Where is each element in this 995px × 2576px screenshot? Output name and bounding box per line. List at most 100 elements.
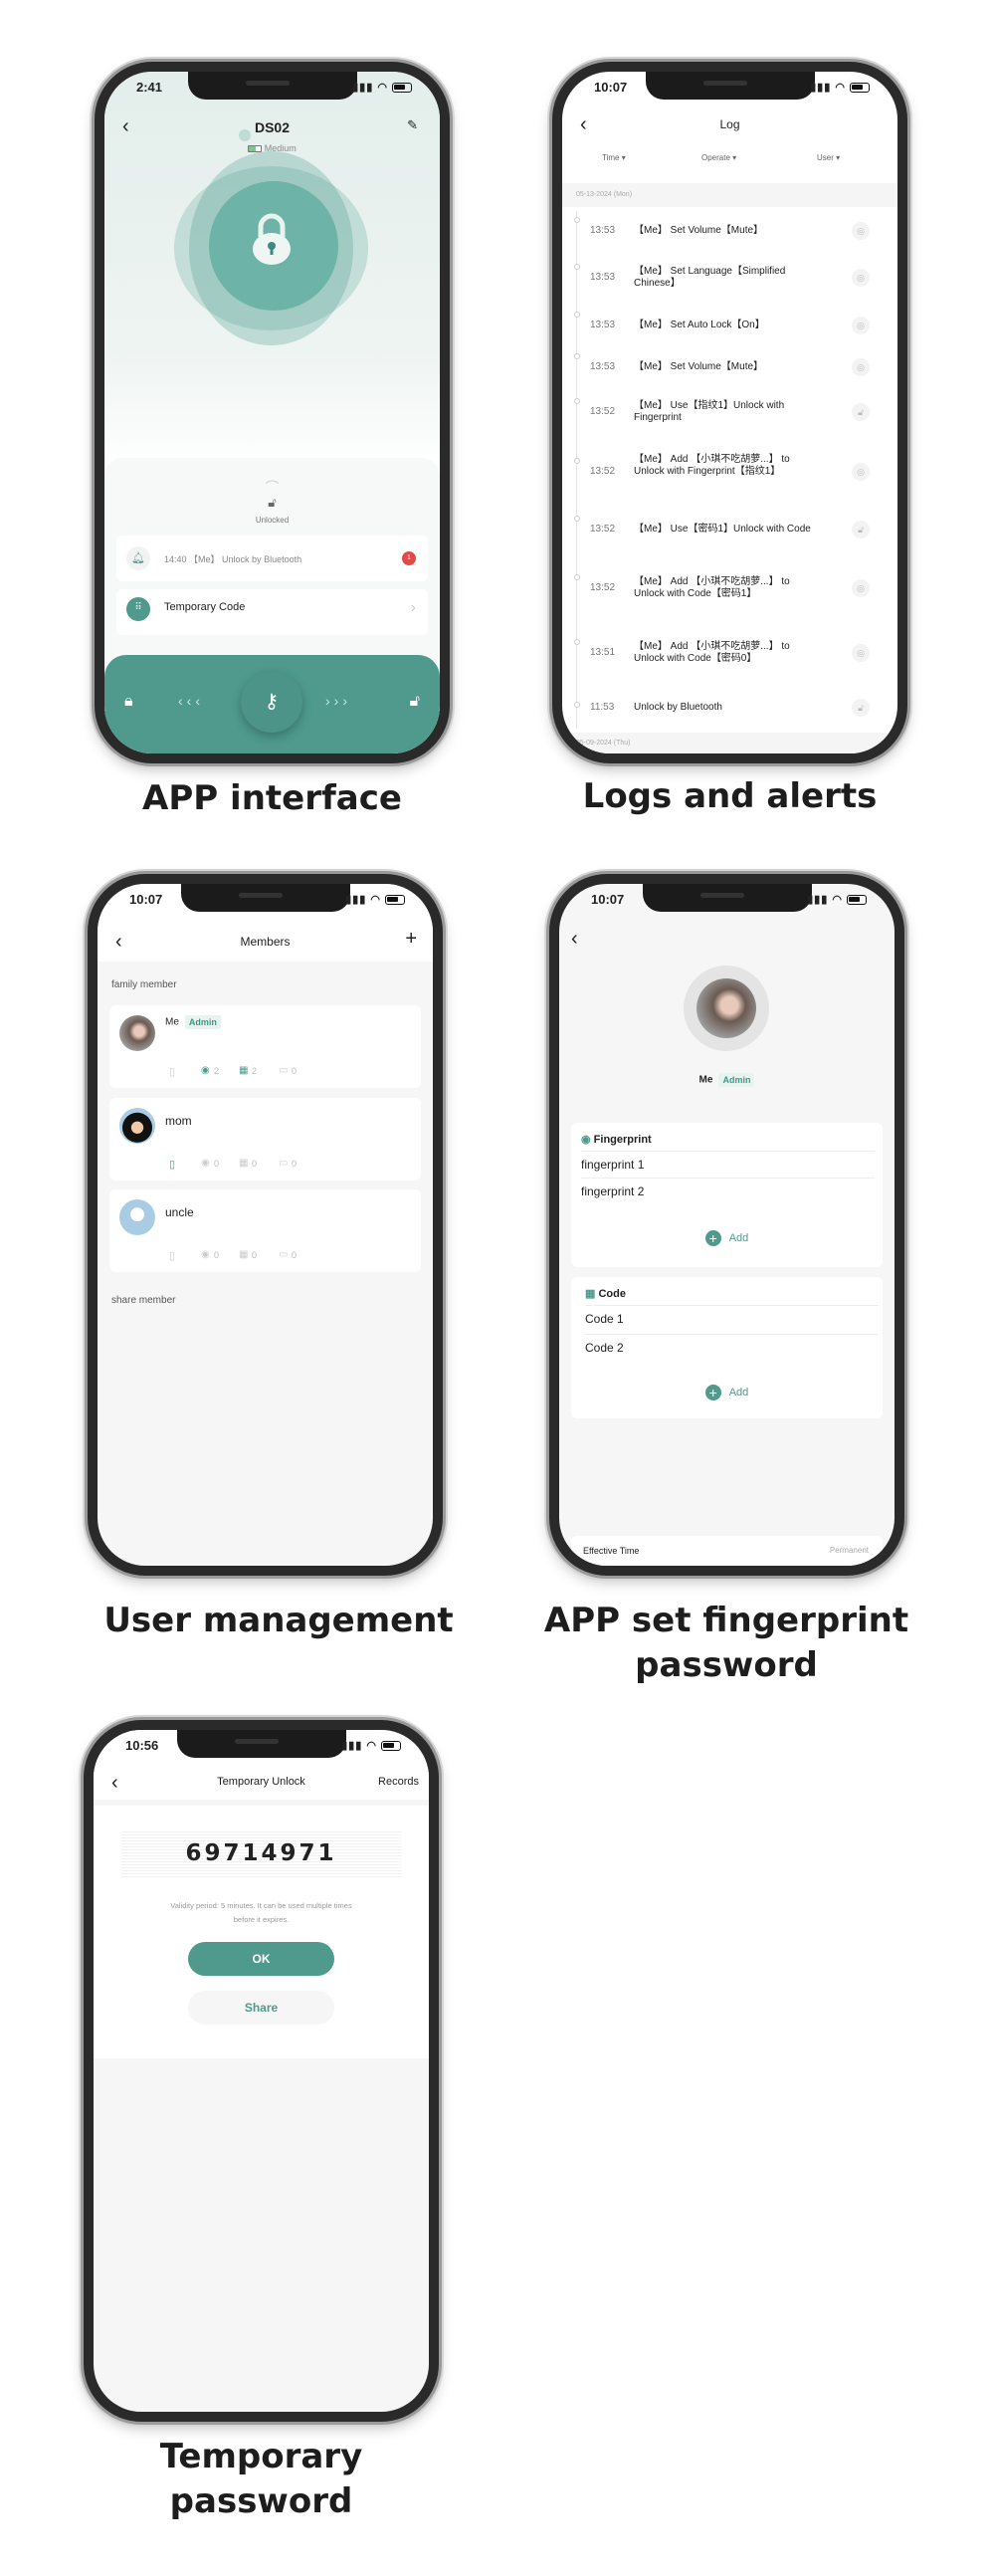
phone-logs: 10:07 ▮▮▮ ◠ ‹ Log Time ▾ Operate ▾ User ▾… — [552, 62, 907, 763]
timeline-dot — [574, 574, 580, 580]
log-time: 13:53 — [590, 320, 616, 330]
padlock-icon[interactable] — [250, 211, 294, 269]
validity-line: Validity period: 5 minutes. It can be us… — [170, 1901, 352, 1910]
effective-time-row[interactable]: Effective Time Permanent — [571, 1536, 883, 1566]
eye-icon[interactable]: ◎ — [852, 579, 870, 597]
filter-label: User — [817, 153, 834, 162]
screen: 10:07 ▮▮▮ ◠ ‹ Log Time ▾ Operate ▾ User ▾… — [562, 72, 897, 753]
notification-text: 【Me】 Unlock by Bluetooth — [189, 554, 302, 564]
member-card[interactable]: mom ▯ ◉ 0 ▦ 0 ▭ 0 — [109, 1098, 421, 1181]
screen: 10:07 ▮▮▮ ◠ ‹ Me Admin ◉ Fingerprint finge… — [559, 884, 895, 1566]
log-text: 【Me】 Use【密码1】Unlock with Code — [634, 524, 811, 535]
keypad-icon: ▦ — [239, 1249, 249, 1260]
back-icon[interactable]: ‹ — [571, 928, 578, 951]
log-entry[interactable]: 13:53 【Me】 Set Language【Simplified Chines… — [562, 260, 897, 296]
log-time: 13:52 — [590, 466, 616, 477]
credential-count: 0 — [214, 1159, 220, 1169]
name-text: uncle — [165, 1205, 194, 1219]
keypad-icon: ▦ — [239, 1065, 249, 1076]
caption-temporary: Temporary password — [84, 2435, 439, 2524]
fingerprint-icon: ◉ — [581, 1134, 591, 1146]
log-entry[interactable]: 13:52 【Me】 Add 【小琪不吃胡萝...】 to Unlock with… — [562, 454, 897, 490]
admin-badge: Admin — [718, 1073, 755, 1087]
avatar — [119, 1108, 155, 1144]
avatar[interactable] — [696, 978, 756, 1038]
add-fingerprint-button[interactable]: + Add — [571, 1230, 883, 1246]
eye-icon[interactable]: ◎ — [852, 222, 870, 240]
eye-icon[interactable]: ◎ — [852, 644, 870, 662]
phone-members: 10:07 ▮▮▮ ◠ ‹ Members + family member sha… — [88, 874, 443, 1576]
records-link[interactable]: Records — [378, 1776, 419, 1788]
log-entry[interactable]: 13:51 【Me】 Add 【小琪不吃胡萝...】 to Unlock with… — [562, 635, 897, 671]
temporary-code-row[interactable]: ⠿ Temporary Code › — [116, 589, 428, 635]
unlock-icon[interactable]: 🔓︎ — [852, 521, 870, 538]
code-item[interactable]: Code 2 — [585, 1334, 879, 1355]
member-card[interactable]: uncle ▯ ◉ 0 ▦ 0 ▭ 0 — [109, 1189, 421, 1272]
edit-icon[interactable]: ✎ — [407, 117, 418, 133]
log-text: 【Me】 Set Auto Lock【On】 — [634, 320, 765, 330]
log-entry[interactable]: 13:52 【Me】 Use【指纹1】Unlock with Fingerprin… — [562, 394, 897, 430]
eye-icon[interactable]: ◎ — [852, 269, 870, 287]
status-bar: 10:07 ▮▮▮ ◠ — [562, 80, 897, 100]
phone-member-detail: 10:07 ▮▮▮ ◠ ‹ Me Admin ◉ Fingerprint finge… — [549, 874, 904, 1576]
caption-detail: APP set fingerprint password — [498, 1599, 955, 1688]
share-button[interactable]: Share — [188, 1991, 334, 2025]
eye-icon[interactable]: ◎ — [852, 317, 870, 334]
timeline-dot — [574, 458, 580, 464]
fingerprint-item[interactable]: fingerprint 1 — [581, 1151, 875, 1172]
log-entry[interactable]: 13:53 【Me】 Set Auto Lock【On】 ◎ — [562, 308, 897, 343]
unlock-icon[interactable]: 🔓︎ — [410, 693, 420, 711]
fingerprint-item[interactable]: fingerprint 2 — [581, 1178, 875, 1198]
log-entry[interactable]: 13:52 【Me】 Add 【小琪不吃胡萝...】 to Unlock with… — [562, 570, 897, 606]
code-item[interactable]: Code 1 — [585, 1305, 879, 1326]
ok-button[interactable]: OK — [188, 1942, 334, 1976]
fingerprint-card: ◉ Fingerprint fingerprint 1 fingerprint … — [571, 1123, 883, 1267]
log-text: 【Me】 Add 【小琪不吃胡萝...】 to Unlock with Code… — [634, 576, 790, 599]
add-label: Add — [728, 1231, 749, 1244]
filter-operate[interactable]: Operate ▾ — [701, 153, 736, 162]
unlocked-icon: 🔓︎ — [268, 495, 277, 510]
log-text: 【Me】 Add 【小琪不吃胡萝...】 to Unlock with Fing… — [634, 454, 790, 477]
log-entry[interactable]: 13:52 【Me】 Use【密码1】Unlock with Code 🔓︎ — [562, 512, 897, 547]
signal-wifi-battery-icon: ▮▮▮ ◠ — [345, 893, 405, 906]
signal-wifi-battery-icon: ▮▮▮ ◠ — [810, 81, 870, 94]
member-name: uncle — [165, 1205, 194, 1219]
temporary-code: 69714971 — [121, 1829, 401, 1877]
code-title: Code — [598, 1288, 626, 1300]
keypad-icon: ▦ — [585, 1288, 596, 1300]
unlock-icon[interactable]: 🔓︎ — [852, 699, 870, 717]
fingerprint-title: Fingerprint — [593, 1134, 652, 1146]
notification-count-badge: 1 — [402, 551, 416, 565]
page-title: DS02 — [254, 119, 291, 135]
plus-icon: + — [704, 1385, 721, 1400]
eye-icon[interactable]: ◎ — [852, 463, 870, 481]
credential-count: 0 — [292, 1066, 298, 1076]
filter-time[interactable]: Time ▾ — [602, 153, 626, 162]
member-card[interactable]: Me Admin ▯ ◉ 2 ▦ 2 ▭ 0 — [109, 1005, 421, 1088]
log-entry[interactable]: 11:53 Unlock by Bluetooth 🔓︎ — [562, 690, 897, 726]
notification-row[interactable]: 🔔︎ 14:40 【Me】 Unlock by Bluetooth 1 — [116, 536, 428, 581]
status-bar: 2:41 ▮▮▮ ◠ — [104, 80, 440, 100]
unlock-icon[interactable]: 🔓︎ — [852, 403, 870, 421]
card-icon: ▭ — [279, 1158, 289, 1169]
caption-logs: Logs and alerts — [582, 776, 878, 816]
section-share: share member — [111, 1295, 176, 1306]
eye-icon[interactable]: ◎ — [852, 358, 870, 376]
phone-icon: ▯ — [169, 1159, 176, 1171]
log-text: 【Me】 Set Volume【Mute】 — [634, 361, 764, 372]
sheet-handle[interactable]: ︵ — [104, 468, 440, 488]
fingerprint-icon: ◉ — [201, 1065, 210, 1076]
unlock-slider-bar[interactable]: 🔒︎ ‹‹‹ ⚷ ››› 🔓︎ — [104, 655, 440, 753]
key-icon[interactable]: ⚷ — [241, 671, 302, 733]
add-member-icon[interactable]: + — [405, 928, 417, 951]
add-code-button[interactable]: + Add — [571, 1385, 883, 1400]
lock-state: Unlocked — [255, 516, 290, 525]
caption-line: APP set fingerprint — [543, 1601, 909, 1640]
caption-line: password — [169, 2481, 353, 2521]
lock-icon[interactable]: 🔒︎ — [124, 693, 133, 711]
member-name: Me Admin — [165, 1015, 221, 1029]
status-time: 10:07 — [129, 892, 163, 907]
log-entry[interactable]: 13:53 【Me】 Set Volume【Mute】 ◎ — [562, 349, 897, 385]
log-entry[interactable]: 13:53 【Me】 Set Volume【Mute】 ◎ — [562, 213, 897, 249]
filter-user[interactable]: User ▾ — [817, 153, 840, 162]
